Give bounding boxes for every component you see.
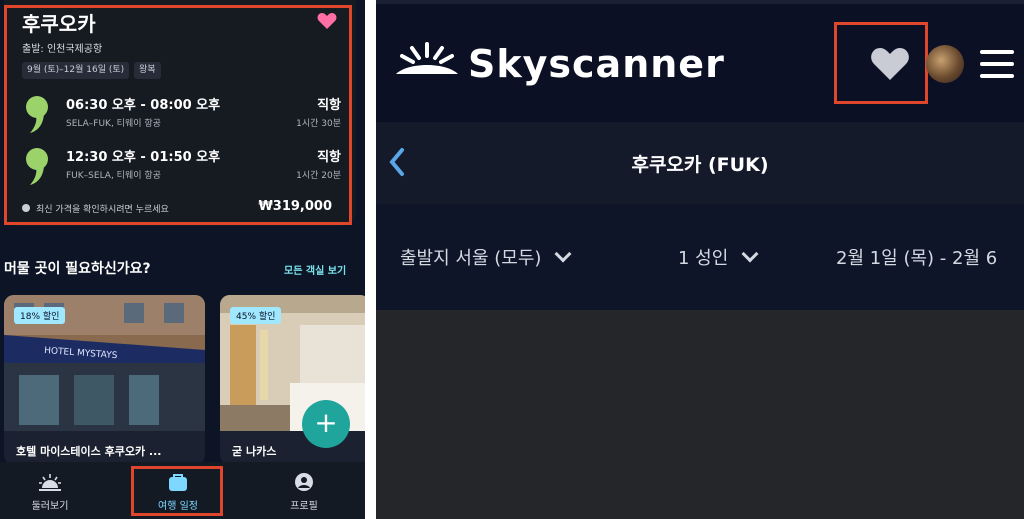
hotel-name: 굳 나카스 xyxy=(232,445,277,458)
hotel-name: 호텔 마이스테이스 후쿠오카 ... xyxy=(16,445,162,458)
sunrise-icon xyxy=(39,474,61,491)
destination-title: 후쿠오카 (FUK) xyxy=(631,154,769,176)
add-button[interactable]: + xyxy=(302,400,350,448)
tab-label: 둘러보기 xyxy=(31,501,69,512)
tab-explore[interactable]: 둘러보기 xyxy=(0,462,100,519)
highlight-box xyxy=(834,22,928,104)
chevron-down-icon xyxy=(741,245,759,263)
stay-section-title: 머물 곳이 필요하신가요? xyxy=(4,261,151,277)
left-app-screenshot: 후쿠오카 출발: 인천국제공항 9월 (토)–12월 16일 (토) 왕복 06… xyxy=(0,0,365,519)
dates-filter[interactable]: 2월 1일 (목) - 2월 6 xyxy=(836,244,997,270)
highlight-box xyxy=(4,5,352,225)
profile-icon xyxy=(295,473,313,491)
hamburger-menu-icon[interactable] xyxy=(980,50,1014,78)
tab-profile[interactable]: 프로필 xyxy=(254,462,354,519)
sunrise-logo-icon xyxy=(396,42,458,74)
right-app-screenshot: Skyscanner 후쿠오카 (FUK) 출발지 서울 (모두) 1 성인 2… xyxy=(376,0,1024,519)
highlight-box xyxy=(131,466,223,516)
travellers-filter[interactable]: 1 성인 xyxy=(678,244,759,270)
brand-logo-text: Skyscanner xyxy=(468,42,725,86)
search-header-bar: 후쿠오카 (FUK) xyxy=(376,122,1024,204)
origin-filter[interactable]: 출발지 서울 (모두) xyxy=(400,244,572,270)
avatar[interactable] xyxy=(926,45,964,83)
top-strip xyxy=(376,0,1024,4)
discount-badge: 45% 할인 xyxy=(230,307,282,324)
travellers-filter-label: 1 성인 xyxy=(678,248,729,269)
hotel-card[interactable]: HOTEL MYSTAYS 18% 할인 호텔 마이스테이스 후쿠오카 ... xyxy=(4,295,205,465)
see-all-rooms-link[interactable]: 모든 객실 보기 xyxy=(284,262,346,277)
results-area xyxy=(376,310,1024,519)
search-filter-bar: 출발지 서울 (모두) 1 성인 2월 1일 (목) - 2월 6 xyxy=(376,204,1024,310)
chevron-down-icon xyxy=(554,245,572,263)
discount-badge: 18% 할인 xyxy=(14,307,66,324)
tab-label: 프로필 xyxy=(290,501,318,512)
origin-filter-label: 출발지 서울 (모두) xyxy=(400,248,542,269)
